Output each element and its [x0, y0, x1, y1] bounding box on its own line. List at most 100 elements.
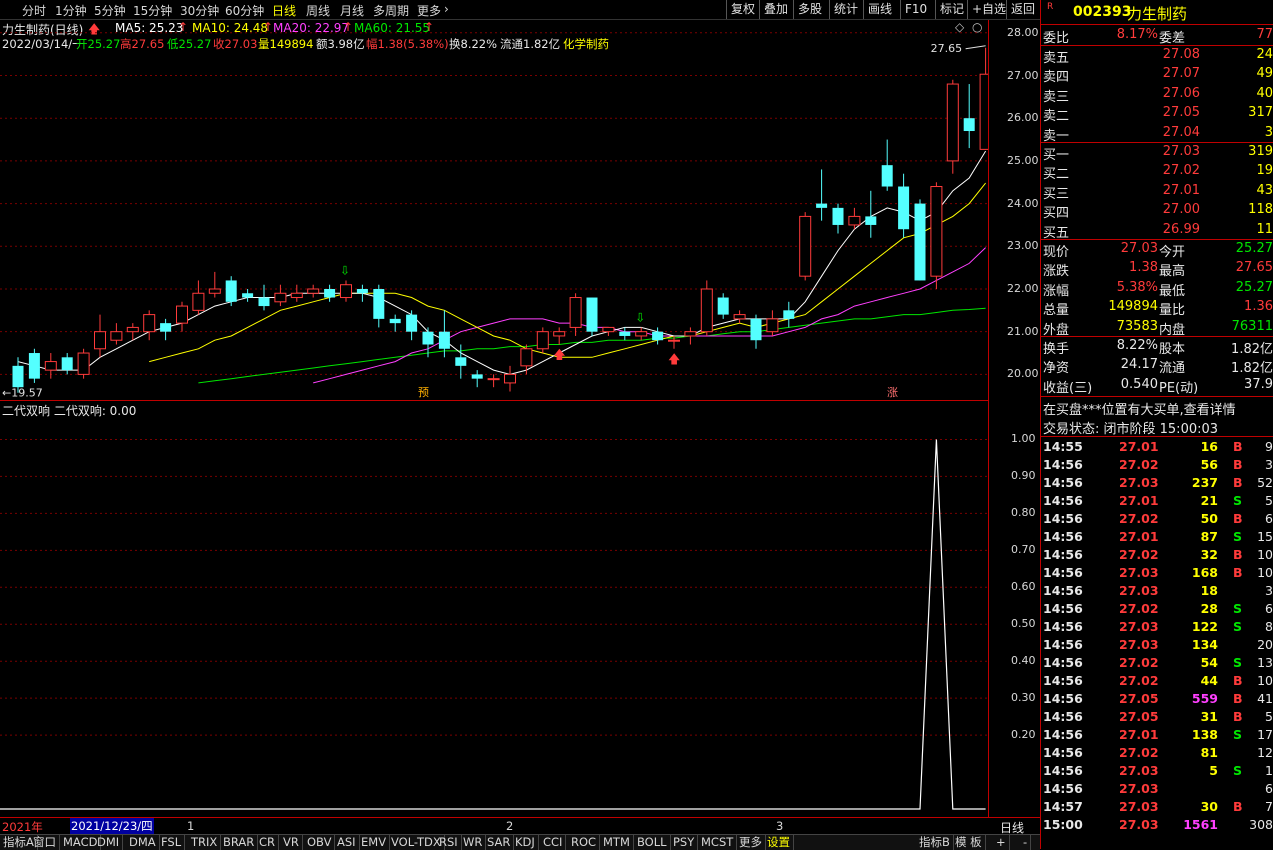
candle[interactable] [406, 310, 418, 341]
candle[interactable] [799, 212, 812, 281]
period-tab-8[interactable]: 月线 [340, 2, 364, 19]
bid-row[interactable]: 买四 27.00 118 [1041, 201, 1273, 221]
indicator-tab-22[interactable]: PSY [670, 835, 699, 850]
bid-row[interactable]: 买二 27.02 19 [1041, 162, 1273, 182]
tool-button-1[interactable]: 叠加 [759, 0, 792, 19]
period-tab-7[interactable]: 周线 [306, 2, 330, 19]
bid-row[interactable]: 买一 27.03 319 [1041, 143, 1273, 163]
tool-button-6[interactable]: 标记 [935, 0, 968, 19]
indicator-tab-15[interactable]: WR [460, 835, 487, 850]
candle[interactable] [619, 327, 631, 341]
indicator-tab-10[interactable]: OBV [304, 835, 336, 850]
indicator-tab-24[interactable]: 更多 [736, 835, 766, 850]
period-tab-5[interactable]: 60分钟 [225, 2, 264, 19]
indicator-tab-19[interactable]: ROC [568, 835, 601, 850]
candle[interactable] [963, 84, 975, 149]
indicator-tab-21[interactable]: BOLL [634, 835, 671, 850]
candle[interactable] [274, 284, 287, 307]
candle[interactable] [733, 310, 746, 324]
candle[interactable] [881, 139, 893, 191]
candle[interactable] [816, 169, 828, 221]
candle[interactable] [290, 284, 303, 302]
tool-button-4[interactable]: 画线 [863, 0, 896, 19]
candle[interactable] [61, 353, 73, 375]
candle[interactable] [110, 323, 123, 345]
period-tab-9[interactable]: 多周期 [373, 2, 409, 19]
candle[interactable] [700, 280, 713, 336]
candle[interactable] [898, 173, 910, 238]
ask-row[interactable]: 卖一 27.04 3 [1041, 124, 1273, 144]
indicator-tab-9[interactable]: VR [280, 835, 303, 850]
candle[interactable] [766, 310, 779, 336]
candle[interactable] [307, 284, 320, 298]
candle[interactable] [94, 314, 106, 358]
candle[interactable] [684, 327, 697, 345]
template-tab-0[interactable]: 指标B [916, 835, 954, 850]
candle[interactable] [602, 326, 615, 336]
indicator-tab-16[interactable]: SAR [484, 835, 515, 850]
candle[interactable] [504, 365, 516, 392]
indicator-tab-5[interactable]: FSL [158, 835, 186, 850]
period-tab-0[interactable]: 分时 [22, 2, 46, 19]
candle[interactable] [536, 327, 549, 354]
big-order-notice[interactable]: 在买盘***位置有大买单,查看详情 [1041, 398, 1273, 418]
candle[interactable] [389, 314, 401, 332]
indicator-tab-23[interactable]: MCST [698, 835, 738, 850]
ask-row[interactable]: 卖四 27.07 49 [1041, 65, 1273, 85]
indicator-tab-20[interactable]: MTM [600, 835, 634, 850]
candle[interactable] [143, 310, 156, 341]
candle[interactable] [192, 280, 205, 315]
tool-button-3[interactable]: 统计 [829, 0, 862, 19]
period-tab-2[interactable]: 5分钟 [94, 2, 126, 19]
template-tab-2[interactable]: + [993, 835, 1010, 850]
bid-row[interactable]: 买三 27.01 43 [1041, 182, 1273, 202]
indicator-tab-17[interactable]: KDJ [512, 835, 539, 850]
indicator-tab-7[interactable]: BRAR [220, 835, 259, 850]
candle[interactable] [946, 79, 959, 174]
candle[interactable] [160, 318, 172, 341]
ask-row[interactable]: 卖五 27.08 24 [1041, 46, 1273, 66]
period-tab-6[interactable]: 日线 [272, 2, 296, 19]
indicator-chart[interactable] [0, 401, 988, 817]
candle[interactable] [225, 276, 237, 307]
candle[interactable] [176, 301, 188, 332]
indicator-tab-25[interactable]: 设置 [764, 835, 794, 850]
template-tab-1[interactable]: 模 板 [952, 835, 986, 850]
candle[interactable] [930, 182, 943, 289]
period-tab-4[interactable]: 30分钟 [180, 2, 219, 19]
indicator-tab-6[interactable]: TRIX [188, 835, 222, 850]
indicator-tab-1[interactable]: 窗口 [30, 835, 60, 850]
candle[interactable] [832, 203, 844, 234]
period-tab-3[interactable]: 15分钟 [133, 2, 172, 19]
tool-button-2[interactable]: 多股 [793, 0, 826, 19]
template-tab-3[interactable]: - [1020, 835, 1032, 850]
candle[interactable] [438, 310, 450, 358]
candle[interactable] [979, 47, 988, 150]
indicator-tab-18[interactable]: CCI [540, 835, 567, 850]
candle[interactable] [520, 344, 533, 375]
candle[interactable] [914, 199, 926, 281]
indicator-chart-area[interactable] [0, 401, 989, 817]
candle[interactable] [77, 348, 90, 379]
indicator-tab-12[interactable]: EMV [358, 835, 391, 850]
kline-chart[interactable]: 27.65 ←19.57 ⇩ ⇩ 🡅 🡅 预 涨 [0, 20, 988, 400]
tool-button-7[interactable]: +自选 [967, 0, 1010, 19]
candle[interactable] [487, 374, 500, 388]
candle[interactable] [750, 314, 762, 349]
tool-button-8[interactable]: 返回 [1006, 0, 1039, 19]
candle[interactable] [553, 327, 566, 345]
candle[interactable] [635, 327, 648, 341]
period-tab-10[interactable]: 更多 [417, 2, 441, 19]
tool-button-0[interactable]: 复权 [726, 0, 759, 19]
candle[interactable] [340, 280, 352, 302]
indicator-tab-4[interactable]: DMA [126, 835, 160, 850]
candle[interactable] [586, 297, 598, 336]
candle[interactable] [569, 293, 582, 336]
indicator-tab-3[interactable]: DMI [94, 835, 124, 850]
candle[interactable] [471, 370, 483, 388]
tool-button-5[interactable]: F10 [900, 0, 931, 19]
candle[interactable] [373, 284, 385, 328]
candle[interactable] [242, 288, 254, 302]
indicator-tab-14[interactable]: RSI [436, 835, 462, 850]
period-tab-1[interactable]: 1分钟 [55, 2, 87, 19]
